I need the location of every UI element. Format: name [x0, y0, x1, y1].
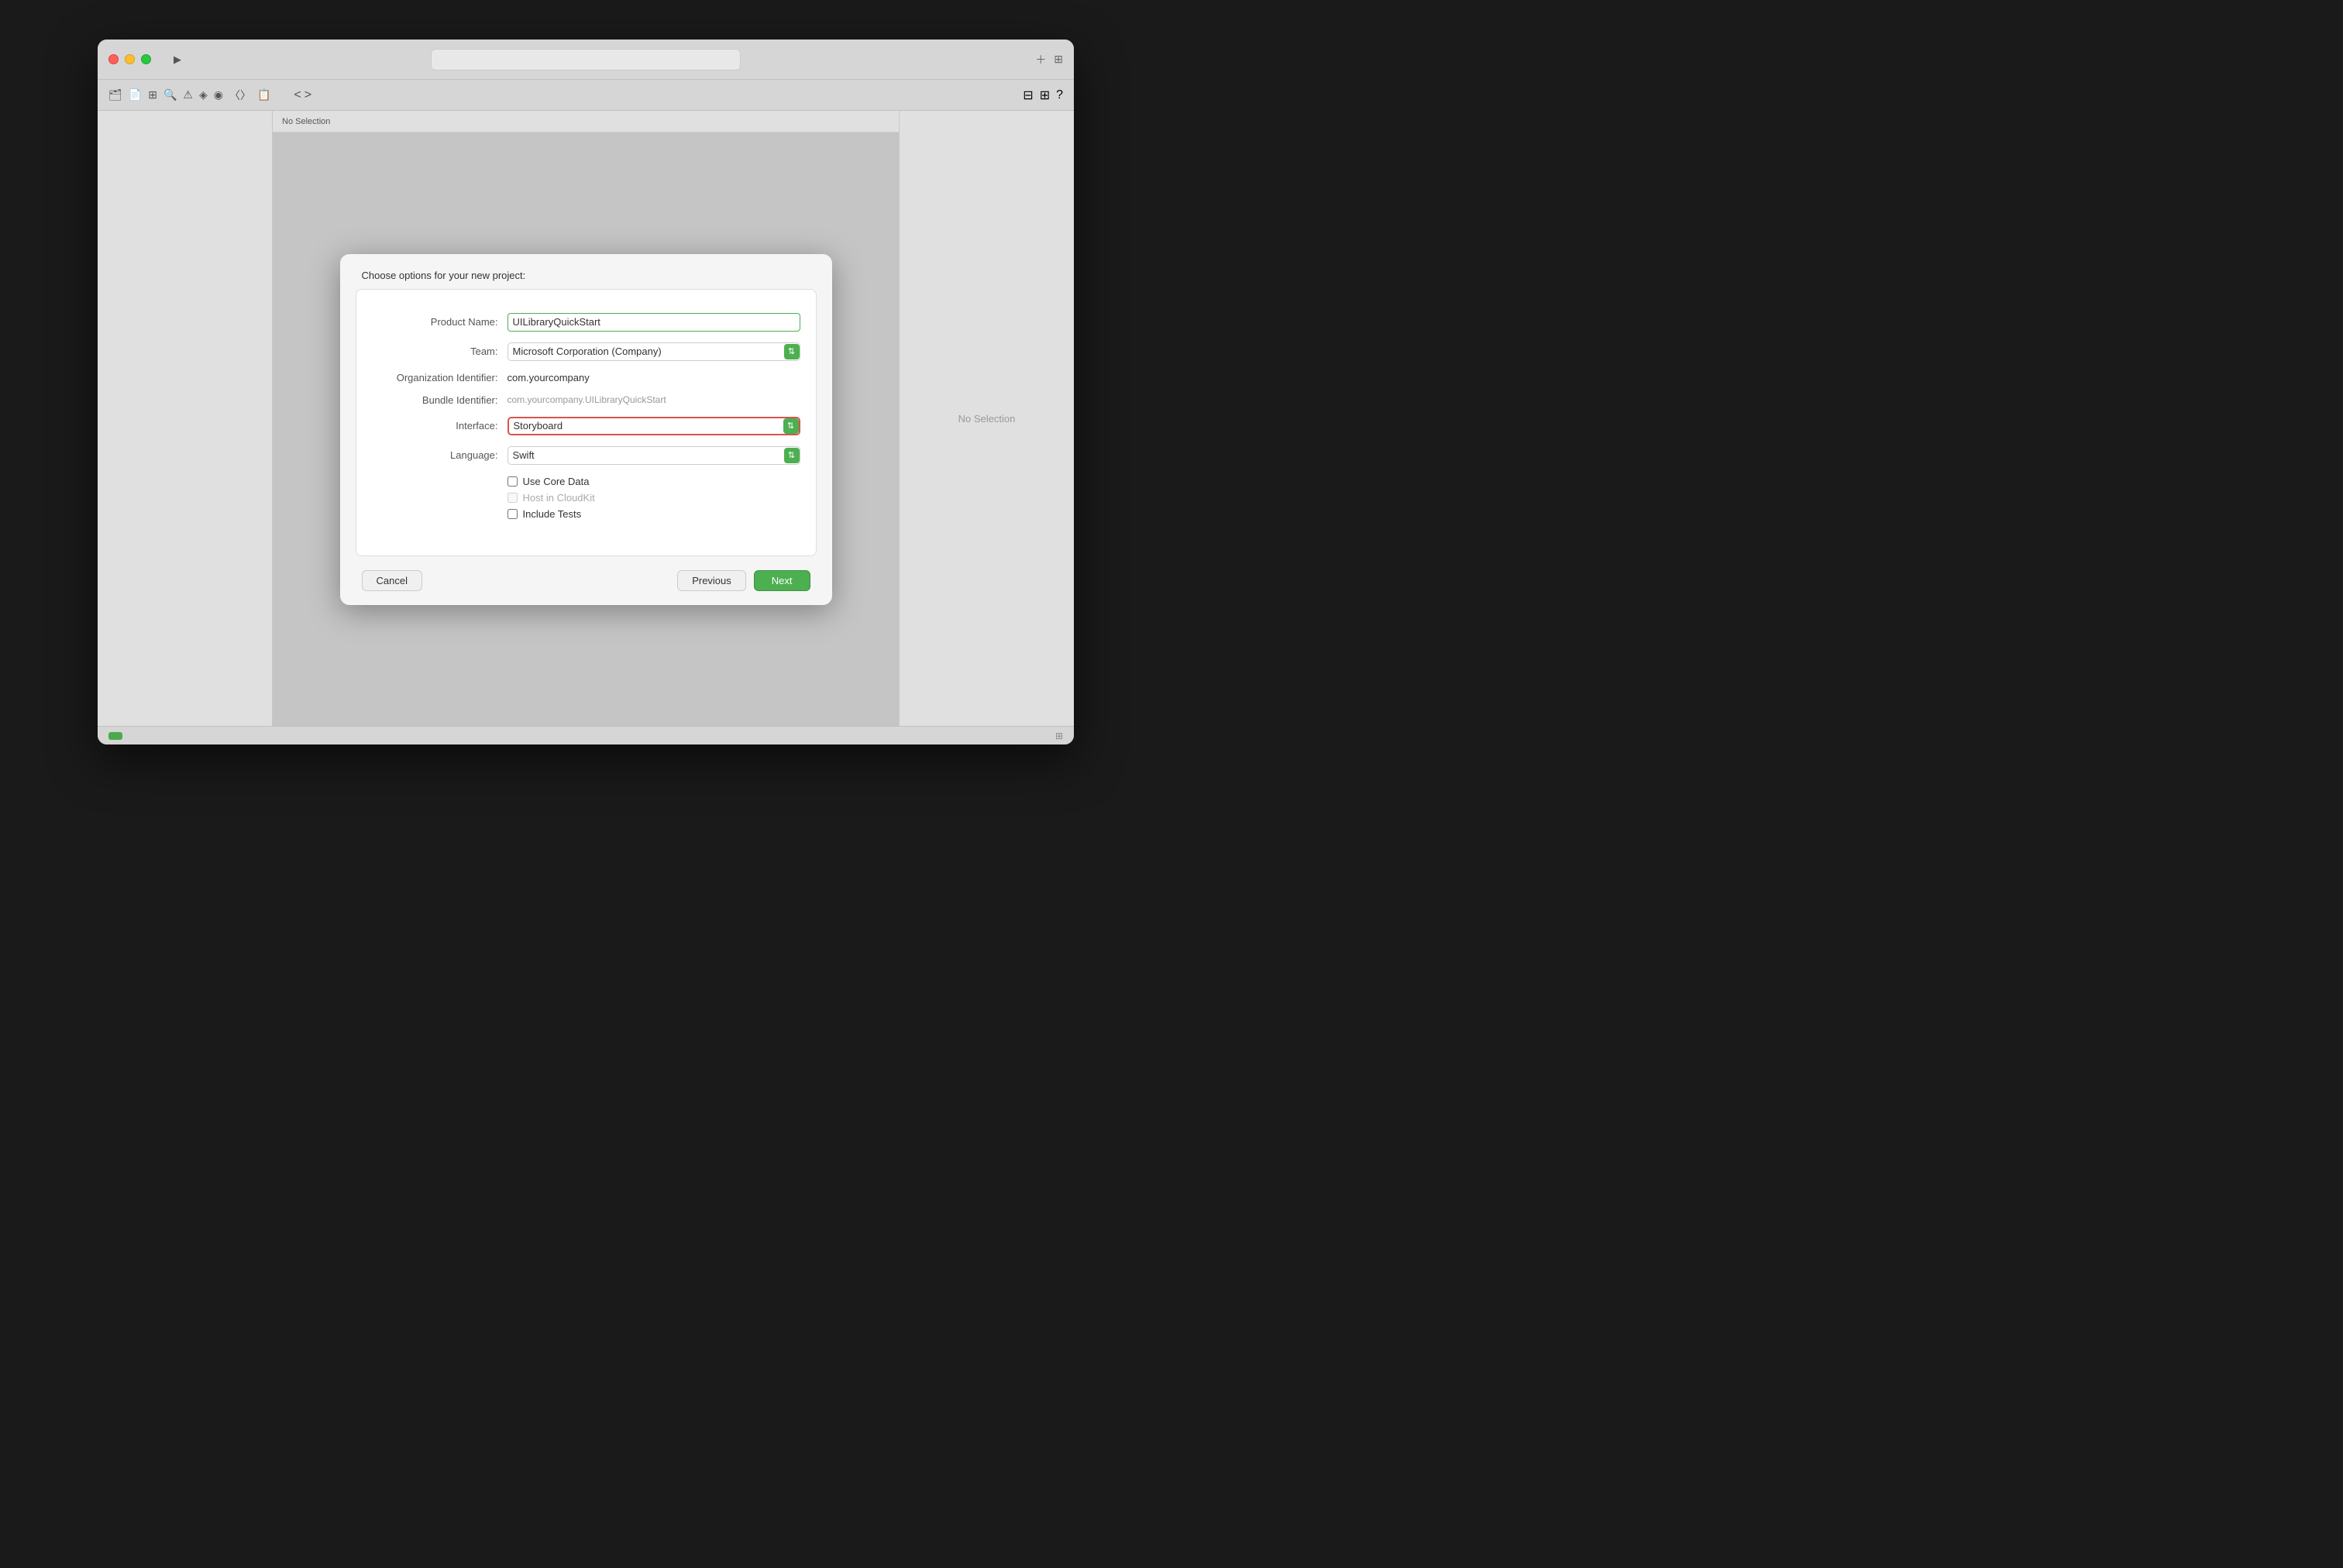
- dialog-form-area: Product Name: Team: Microsoft Corporatio…: [356, 289, 817, 556]
- interface-row: Interface: Storyboard ⇅: [356, 417, 816, 435]
- search-icon[interactable]: 🔍: [163, 88, 177, 101]
- include-tests-checkbox[interactable]: [507, 509, 518, 519]
- product-name-row: Product Name:: [356, 313, 816, 332]
- use-core-data-label: Use Core Data: [523, 476, 590, 487]
- dialog-title-area: Choose options for your new project:: [340, 254, 832, 289]
- language-label: Language:: [372, 449, 507, 461]
- editor-content: Choose options for your new project: Pro…: [273, 132, 899, 726]
- breadcrumb-nav: < >: [294, 88, 311, 102]
- include-tests-row: Include Tests: [356, 508, 816, 520]
- use-core-data-checkbox[interactable]: [507, 476, 518, 487]
- hierarchy-icon[interactable]: ⊞: [148, 88, 157, 101]
- nav-forward-icon[interactable]: >: [304, 88, 311, 102]
- xcode-window: ▶ ＋ ⊞ 🗂 📄 ⊞ 🔍 ⚠ ◈ ◉ 〈〉 📋 < > ⊟ ⊞ ?: [98, 40, 1074, 744]
- team-label: Team:: [372, 346, 507, 357]
- toolbar-right-icons: ⊟ ⊞ ?: [1023, 88, 1063, 103]
- language-select[interactable]: Swift ⇅: [507, 446, 800, 465]
- sidebar-right: No Selection: [899, 111, 1074, 726]
- host-cloudkit-label: Host in CloudKit: [523, 492, 595, 504]
- status-indicator: [108, 732, 122, 740]
- dialog-overlay: Choose options for your new project: Pro…: [273, 132, 899, 726]
- use-core-data-row: Use Core Data: [356, 476, 816, 487]
- bundle-identifier-label: Bundle Identifier:: [372, 394, 507, 406]
- language-select-text: Swift: [508, 449, 781, 461]
- breadcrumb: No Selection: [273, 111, 899, 132]
- dialog-footer: Cancel Previous Next: [340, 556, 832, 605]
- file-icon[interactable]: 📄: [129, 88, 142, 101]
- include-tests-label: Include Tests: [523, 508, 582, 520]
- team-select-arrow: ⇅: [784, 344, 800, 359]
- folder-icon[interactable]: 🗂: [108, 88, 122, 101]
- sidebar-left: [98, 111, 273, 726]
- interface-select-text: Storyboard: [509, 420, 780, 432]
- language-row: Language: Swift ⇅: [356, 446, 816, 465]
- editor-area: No Selection Choose options for your new…: [273, 111, 899, 726]
- breadcrumb-text: No Selection: [282, 117, 330, 126]
- inspector-icon[interactable]: ⊟: [1023, 88, 1033, 103]
- previous-button[interactable]: Previous: [677, 570, 746, 591]
- traffic-lights: [108, 54, 151, 64]
- interface-select-arrow: ⇅: [783, 418, 799, 434]
- close-button[interactable]: [108, 54, 119, 64]
- bottom-right-icon: ⊞: [1055, 731, 1063, 741]
- toolbar: 🗂 📄 ⊞ 🔍 ⚠ ◈ ◉ 〈〉 📋 < > ⊟ ⊞ ?: [98, 80, 1074, 111]
- interface-label: Interface:: [372, 420, 507, 432]
- titlebar-right-icons: ＋ ⊞: [1035, 52, 1063, 67]
- team-select[interactable]: Microsoft Corporation (Company) ⇅: [507, 342, 800, 361]
- product-name-label: Product Name:: [372, 316, 507, 328]
- report-icon[interactable]: 📋: [257, 88, 270, 101]
- interface-select[interactable]: Storyboard ⇅: [507, 417, 800, 435]
- debug-icon[interactable]: ◉: [214, 88, 223, 101]
- maximize-button[interactable]: [141, 54, 151, 64]
- team-row: Team: Microsoft Corporation (Company) ⇅: [356, 342, 816, 361]
- product-name-input[interactable]: [507, 313, 800, 332]
- org-identifier-label: Organization Identifier:: [372, 372, 507, 383]
- scheme-selector[interactable]: [431, 49, 741, 70]
- host-cloudkit-checkbox: [507, 493, 518, 503]
- next-button[interactable]: Next: [754, 570, 810, 591]
- minimize-button[interactable]: [125, 54, 135, 64]
- add-icon[interactable]: ＋: [1035, 52, 1046, 67]
- navigation-buttons: Previous Next: [677, 570, 810, 591]
- bundle-identifier-row: Bundle Identifier: com.yourcompany.UILib…: [356, 394, 816, 406]
- source-control-icon[interactable]: 〈〉: [229, 88, 251, 103]
- breakpoint-icon[interactable]: ◈: [199, 88, 208, 101]
- main-area: No Selection Choose options for your new…: [98, 111, 1074, 726]
- dialog-title: Choose options for your new project:: [362, 270, 526, 281]
- host-cloudkit-row: Host in CloudKit: [356, 492, 816, 504]
- language-select-arrow: ⇅: [784, 448, 800, 463]
- run-button[interactable]: ▶: [167, 51, 188, 68]
- no-selection-text: No Selection: [958, 413, 1016, 425]
- warning-icon[interactable]: ⚠: [183, 88, 193, 101]
- titlebar: ▶ ＋ ⊞: [98, 40, 1074, 80]
- new-project-dialog: Choose options for your new project: Pro…: [340, 254, 832, 605]
- cancel-button[interactable]: Cancel: [362, 570, 422, 591]
- org-identifier-value: com.yourcompany: [507, 372, 800, 383]
- team-select-text: Microsoft Corporation (Company): [508, 346, 781, 357]
- help-icon[interactable]: ?: [1056, 88, 1063, 102]
- toolbar-left-icons: 🗂 📄 ⊞ 🔍 ⚠ ◈ ◉ 〈〉 📋: [108, 88, 270, 103]
- library-icon[interactable]: ⊞: [1040, 88, 1050, 103]
- org-identifier-row: Organization Identifier: com.yourcompany: [356, 372, 816, 383]
- editor-toggle-icon[interactable]: ⊞: [1054, 53, 1063, 66]
- bundle-identifier-value: com.yourcompany.UILibraryQuickStart: [507, 394, 800, 405]
- nav-back-icon[interactable]: <: [294, 88, 301, 102]
- bottombar: ⊞: [98, 726, 1074, 744]
